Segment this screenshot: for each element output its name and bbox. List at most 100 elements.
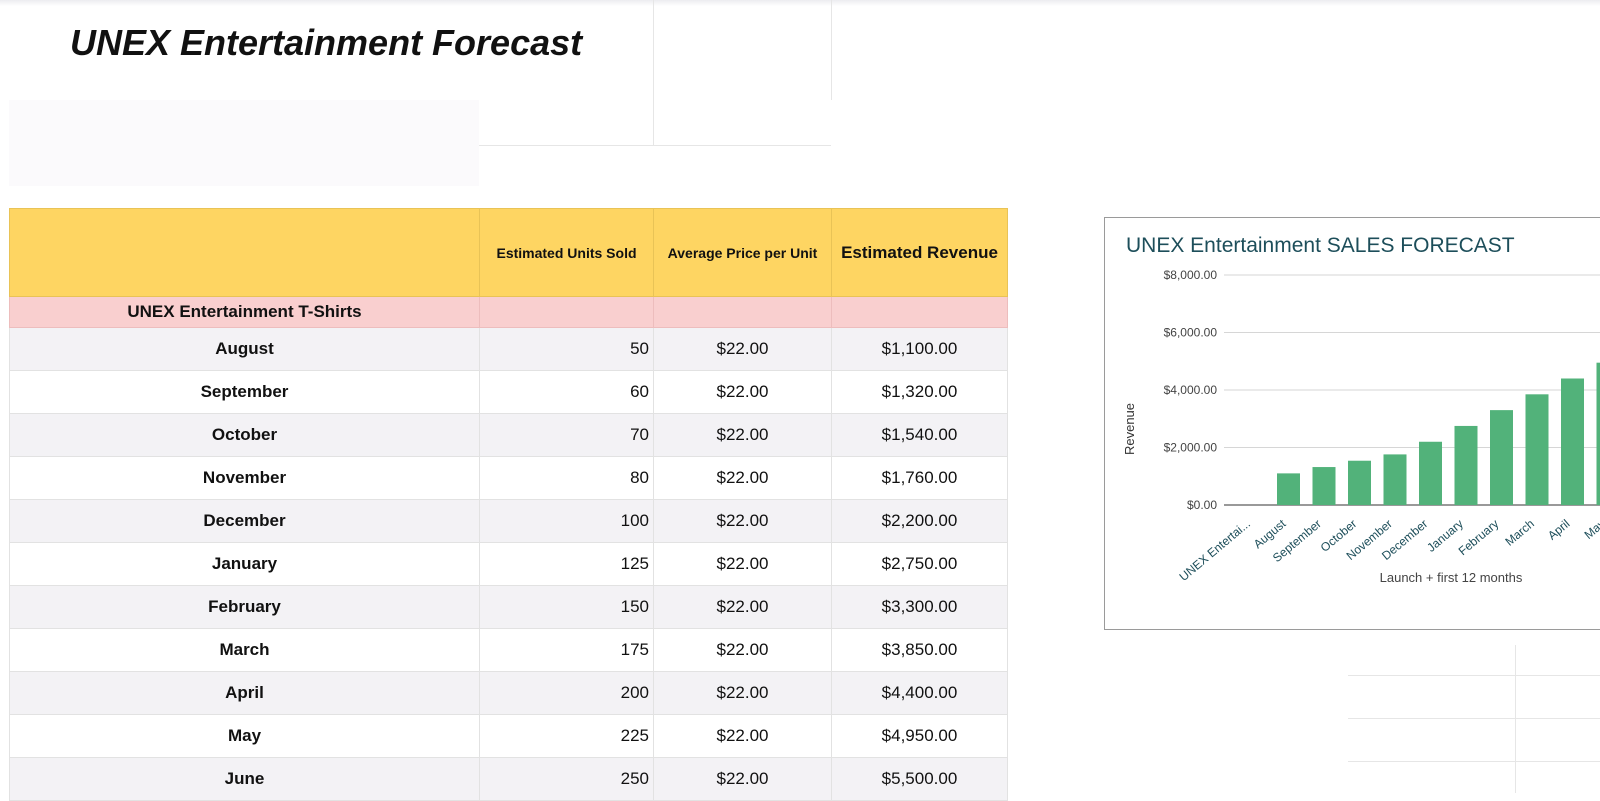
x-tick-label: May [1582, 517, 1600, 542]
month-cell[interactable]: September [10, 371, 480, 414]
month-cell[interactable]: March [10, 629, 480, 672]
top-shade [0, 0, 1600, 6]
gridline [479, 145, 831, 146]
price-cell[interactable]: $22.00 [654, 328, 832, 371]
table-row: September 60 $22.00 $1,320.00 [10, 371, 1008, 414]
chart-bar [1348, 461, 1371, 505]
month-cell[interactable]: December [10, 500, 480, 543]
table-row: May 225 $22.00 $4,950.00 [10, 715, 1008, 758]
gridline [1515, 645, 1516, 793]
table-row: June 250 $22.00 $5,500.00 [10, 758, 1008, 801]
group-empty-cell[interactable] [480, 297, 654, 328]
revenue-cell[interactable]: $2,200.00 [832, 500, 1008, 543]
chart-canvas: UNEX Entertainment SALES FORECAST $0.00 $2… [1105, 218, 1600, 631]
units-cell[interactable]: 250 [480, 758, 654, 801]
price-cell[interactable]: $22.00 [654, 457, 832, 500]
revenue-cell[interactable]: $5,500.00 [832, 758, 1008, 801]
table-row: August 50 $22.00 $1,100.00 [10, 328, 1008, 371]
price-cell[interactable]: $22.00 [654, 500, 832, 543]
chart-bar [1384, 454, 1407, 505]
price-cell[interactable]: $22.00 [654, 715, 832, 758]
month-cell[interactable]: February [10, 586, 480, 629]
chart-bar [1313, 467, 1336, 505]
revenue-cell[interactable]: $4,400.00 [832, 672, 1008, 715]
price-cell[interactable]: $22.00 [654, 371, 832, 414]
units-cell[interactable]: 80 [480, 457, 654, 500]
empty-cell-range[interactable] [9, 100, 479, 186]
price-cell[interactable]: $22.00 [654, 414, 832, 457]
chart-title: UNEX Entertainment SALES FORECAST [1126, 234, 1515, 257]
group-empty-cell[interactable] [654, 297, 832, 328]
units-cell[interactable]: 150 [480, 586, 654, 629]
price-cell[interactable]: $22.00 [654, 586, 832, 629]
month-cell[interactable]: April [10, 672, 480, 715]
chart-bar [1561, 379, 1584, 506]
header-cell-item[interactable] [10, 209, 480, 297]
chart-bar [1597, 363, 1600, 505]
units-cell[interactable]: 100 [480, 500, 654, 543]
units-cell[interactable]: 70 [480, 414, 654, 457]
month-cell[interactable]: January [10, 543, 480, 586]
table-row: February 150 $22.00 $3,300.00 [10, 586, 1008, 629]
y-tick-label: $4,000.00 [1164, 383, 1218, 397]
table-row: November 80 $22.00 $1,760.00 [10, 457, 1008, 500]
month-cell[interactable]: August [10, 328, 480, 371]
revenue-cell[interactable]: $3,300.00 [832, 586, 1008, 629]
header-row: Estimated Units Sold Average Price per U… [10, 209, 1008, 297]
units-cell[interactable]: 225 [480, 715, 654, 758]
chart-bar [1277, 473, 1300, 505]
price-cell[interactable]: $22.00 [654, 629, 832, 672]
gridline [1348, 675, 1600, 676]
x-tick-label: February [1456, 517, 1502, 559]
table-row: December 100 $22.00 $2,200.00 [10, 500, 1008, 543]
chart-bar [1526, 394, 1549, 505]
units-cell[interactable]: 60 [480, 371, 654, 414]
units-cell[interactable]: 200 [480, 672, 654, 715]
price-cell[interactable]: $22.00 [654, 672, 832, 715]
units-cell[interactable]: 175 [480, 629, 654, 672]
header-cell-units[interactable]: Estimated Units Sold [480, 209, 654, 297]
x-tick-label: March [1502, 517, 1537, 549]
chart-bar [1455, 426, 1478, 505]
y-tick-label: $0.00 [1187, 498, 1217, 512]
header-cell-revenue[interactable]: Estimated Revenue [832, 209, 1008, 297]
table-row: October 70 $22.00 $1,540.00 [10, 414, 1008, 457]
y-tick-label: $2,000.00 [1164, 441, 1218, 455]
gridline [653, 0, 654, 145]
month-cell[interactable]: May [10, 715, 480, 758]
table-row: April 200 $22.00 $4,400.00 [10, 672, 1008, 715]
units-cell[interactable]: 50 [480, 328, 654, 371]
x-tick-label: April [1545, 517, 1572, 543]
group-label-cell[interactable]: UNEX Entertainment T-Shirts [10, 297, 480, 328]
revenue-cell[interactable]: $1,100.00 [832, 328, 1008, 371]
y-tick-label: $8,000.00 [1164, 268, 1218, 282]
table-row: March 175 $22.00 $3,850.00 [10, 629, 1008, 672]
forecast-table: Estimated Units Sold Average Price per U… [9, 208, 1008, 801]
price-cell[interactable]: $22.00 [654, 758, 832, 801]
x-axis-label: Launch + first 12 months [1380, 570, 1523, 585]
revenue-cell[interactable]: $1,540.00 [832, 414, 1008, 457]
y-tick-label: $6,000.00 [1164, 326, 1218, 340]
gridline [1348, 761, 1600, 762]
header-cell-price[interactable]: Average Price per Unit [654, 209, 832, 297]
chart-bar [1419, 442, 1442, 505]
gridline [831, 0, 832, 100]
group-row: UNEX Entertainment T-Shirts [10, 297, 1008, 328]
table-row: January 125 $22.00 $2,750.00 [10, 543, 1008, 586]
revenue-cell[interactable]: $1,760.00 [832, 457, 1008, 500]
x-tick-label: UNEX Entertai... [1176, 517, 1252, 584]
sheet-title[interactable]: UNEX Entertainment Forecast [70, 22, 582, 64]
sales-forecast-chart[interactable]: UNEX Entertainment SALES FORECAST $0.00 $2… [1104, 217, 1600, 630]
revenue-cell[interactable]: $4,950.00 [832, 715, 1008, 758]
month-cell[interactable]: November [10, 457, 480, 500]
month-cell[interactable]: June [10, 758, 480, 801]
month-cell[interactable]: October [10, 414, 480, 457]
revenue-cell[interactable]: $1,320.00 [832, 371, 1008, 414]
chart-bar [1490, 410, 1513, 505]
gridline [1348, 718, 1600, 719]
units-cell[interactable]: 125 [480, 543, 654, 586]
revenue-cell[interactable]: $3,850.00 [832, 629, 1008, 672]
price-cell[interactable]: $22.00 [654, 543, 832, 586]
group-empty-cell[interactable] [832, 297, 1008, 328]
revenue-cell[interactable]: $2,750.00 [832, 543, 1008, 586]
